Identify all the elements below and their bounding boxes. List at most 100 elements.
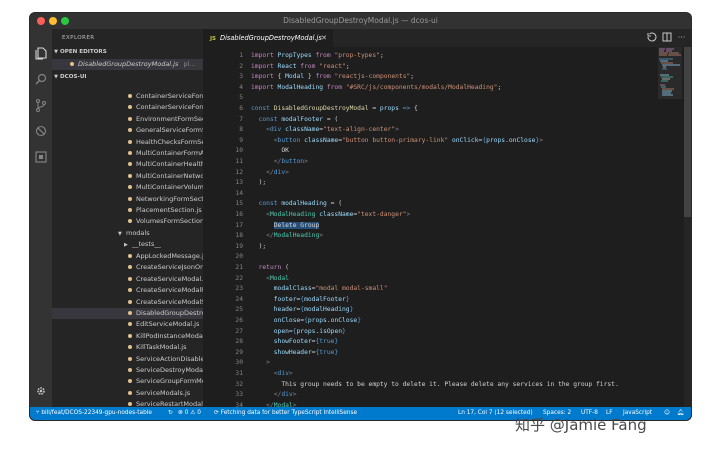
file-item[interactable]: CreateServiceModal.js <box>52 274 203 285</box>
file-item[interactable]: NetworkingFormSection.js <box>52 194 203 205</box>
code-token: const <box>251 105 274 112</box>
sync-icon[interactable]: ↻ <box>168 407 173 420</box>
code-token: modalFooter <box>304 295 346 303</box>
code-line[interactable]: 14 <box>203 189 648 200</box>
close-tab-icon[interactable]: ✕ <box>321 29 327 47</box>
file-item[interactable]: ContainerServiceFormSec... <box>52 102 203 113</box>
code-line[interactable]: 32 This group needs to be empty to delet… <box>203 380 648 391</box>
file-name: VolumesFormSection.js <box>136 217 203 226</box>
open-editor-item[interactable]: DisabledGroupDestroyModal.js pl... <box>52 59 203 71</box>
code-line[interactable]: 9 <button className="button button-prima… <box>203 136 648 147</box>
source-control-icon[interactable] <box>34 99 48 113</box>
file-item[interactable]: KillPodInstanceModal.js <box>52 331 203 342</box>
code-line[interactable]: 16 <ModalHeading className="text-danger"… <box>203 210 648 221</box>
code-line[interactable]: 12 </div> <box>203 168 648 179</box>
open-changes-icon[interactable] <box>646 32 657 43</box>
code-line[interactable]: 19 ); <box>203 242 648 253</box>
file-item[interactable]: EnvironmentFormSection.... <box>52 114 203 125</box>
feedback-icon[interactable]: ☺ <box>664 407 670 420</box>
more-actions-icon[interactable]: ··· <box>676 32 687 43</box>
file-item[interactable]: ServiceActionDisabledMo... <box>52 354 203 365</box>
file-item[interactable]: ServiceModals.js <box>52 388 203 399</box>
code-editor[interactable]: 1 import PropTypes from "prop-types"; 2 imp… <box>203 47 648 407</box>
code-line[interactable]: 30 > <box>203 358 648 369</box>
code-line[interactable]: 24 footer={modalFooter} <box>203 295 648 306</box>
code-line[interactable]: 8 <div className="text-align-center"> <box>203 125 648 136</box>
code-token: Delete Group <box>251 221 320 229</box>
maximize-window-button[interactable] <box>61 17 69 25</box>
file-item[interactable]: GeneralServiceFormSecti... <box>52 125 203 136</box>
file-item[interactable]: MultiContainerVolumesFo... <box>52 182 203 193</box>
code-line[interactable]: 28 showFooter={true} <box>203 337 648 348</box>
debug-icon[interactable] <box>34 125 48 139</box>
minimap[interactable] <box>658 47 682 297</box>
split-editor-icon[interactable] <box>661 32 672 43</box>
scrollbar-thumb[interactable] <box>684 47 691 217</box>
file-item[interactable]: CreateServiceJsonOnly.js <box>52 262 203 273</box>
code-line[interactable]: 33 </div> <box>203 390 648 401</box>
code-line[interactable]: 3 import { Modal } from "reactjs-componen… <box>203 72 648 83</box>
code-token: div <box>273 168 286 176</box>
code-line[interactable]: 11 </button> <box>203 157 648 168</box>
code-line[interactable]: 1 import PropTypes from "prop-types"; <box>203 51 648 62</box>
file-item[interactable]: ServiceDestroyModal.js <box>52 365 203 376</box>
extensions-icon[interactable] <box>34 151 48 165</box>
file-item[interactable]: PlacementSection.js <box>52 205 203 216</box>
folder-tests[interactable]: ▶ __tests__ <box>52 239 203 250</box>
close-window-button[interactable] <box>37 17 45 25</box>
code-line[interactable]: 13 ); <box>203 178 648 189</box>
code-line[interactable]: 17 Delete Group <box>203 221 648 232</box>
notifications-icon[interactable]: 🔔︎ <box>677 407 684 420</box>
code-token: "reactjs-components" <box>334 73 411 81</box>
file-item[interactable]: CreateServiceModalServi... <box>52 297 203 308</box>
code-line[interactable]: 2 import React from "react"; <box>203 62 648 73</box>
code-line[interactable]: 10 OK <box>203 146 648 157</box>
branch-indicator[interactable]: ⑂ bill/feat/DCOS-22349-gpu-nodes-table <box>36 407 152 420</box>
code-token: > <box>406 211 411 218</box>
code-line[interactable]: 29 showHeader={true} <box>203 348 648 359</box>
file-item[interactable]: ServiceRestartModal.js <box>52 399 203 407</box>
search-icon[interactable] <box>34 73 48 87</box>
file-item[interactable]: AppLockedMessage.js <box>52 251 203 262</box>
code-line[interactable]: 15 const modalHeading = ( <box>203 199 648 210</box>
code-line[interactable]: 27 open={props.isOpen} <box>203 327 648 338</box>
file-item[interactable]: MultiContainerHealthChe... <box>52 159 203 170</box>
code-line[interactable]: 26 onClose={props.onClose} <box>203 316 648 327</box>
file-item[interactable]: ServiceGroupFormModal.js <box>52 376 203 387</box>
problems-indicator[interactable]: ⊗ 0 ⚠ 0 <box>178 407 201 420</box>
code-line[interactable]: 4 import ModalHeading from "#SRC/js/compo… <box>203 83 648 94</box>
file-item[interactable]: MultiContainerNetworking... <box>52 171 203 182</box>
code-token: "button button-primary-link" <box>342 136 452 144</box>
file-item[interactable]: CreateServiceModalForm... <box>52 285 203 296</box>
js-file-icon <box>128 105 132 110</box>
file-item[interactable]: ContainerServiceFormAdv... <box>52 91 203 102</box>
settings-gear-icon[interactable] <box>34 385 48 399</box>
code-line[interactable]: 18 </ModalHeading> <box>203 231 648 242</box>
code-line[interactable]: 7 const modalFooter = ( <box>203 115 648 126</box>
editor-scrollbar[interactable] <box>684 47 691 407</box>
code-line[interactable]: 22 <Modal <box>203 274 648 285</box>
code-line[interactable]: 6 const DisabledGroupDestroyModal = props… <box>203 104 648 115</box>
file-name: KillPodInstanceModal.js <box>136 331 203 340</box>
file-item[interactable]: HealthChecksFormSectio... <box>52 137 203 148</box>
code-line[interactable]: 21 return ( <box>203 263 648 274</box>
folder-modals[interactable]: ▼ modals <box>52 228 203 239</box>
code-line[interactable]: 20 <box>203 252 648 263</box>
project-section[interactable]: ▼ DCOS-UI <box>52 72 203 83</box>
file-name: EnvironmentFormSection.... <box>136 114 203 123</box>
code-line[interactable]: 25 header={modalHeading} <box>203 305 648 316</box>
file-item[interactable]: EditServiceModal.js <box>52 319 203 330</box>
explorer-icon[interactable] <box>34 47 48 61</box>
code-token: onClick <box>451 136 479 144</box>
file-item[interactable]: MultiContainerFormAdvan... <box>52 148 203 159</box>
code-line[interactable]: 31 <div> <box>203 369 648 380</box>
open-editors-section[interactable]: ▼ OPEN EDITORS <box>52 47 203 58</box>
code-line[interactable]: 5 <box>203 93 648 104</box>
file-item[interactable]: VolumesFormSection.js <box>52 216 203 227</box>
file-item[interactable]: KillTaskModal.js <box>52 342 203 353</box>
minimize-window-button[interactable] <box>49 17 57 25</box>
tab-active-file[interactable]: JS DisabledGroupDestroyModal.js ✕ <box>203 29 333 47</box>
file-item[interactable]: DisabledGroupDestroyMo... <box>52 308 203 320</box>
code-line[interactable]: 23 modalClass="modal modal-small" <box>203 284 648 295</box>
